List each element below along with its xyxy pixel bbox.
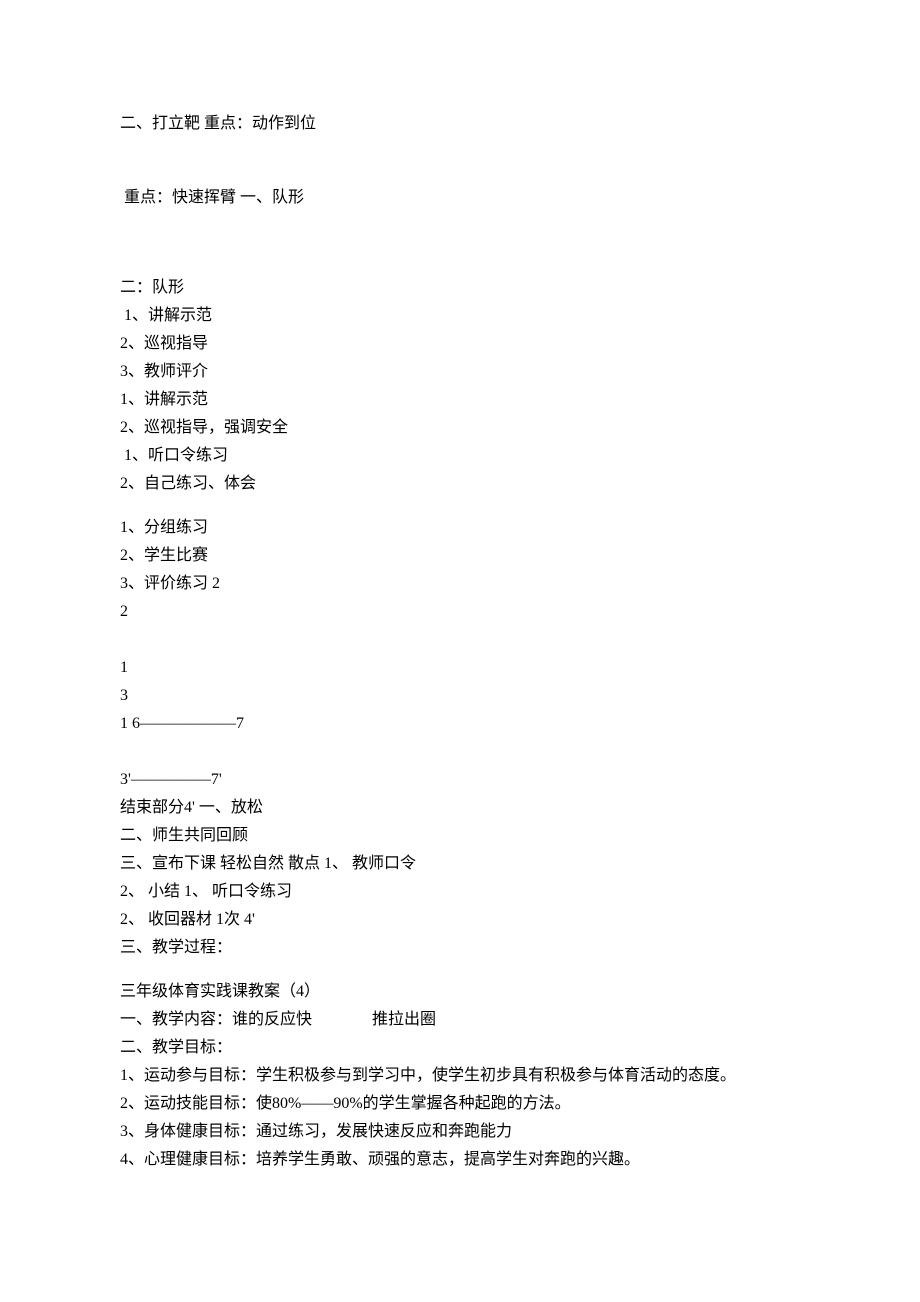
list-item: 2、 收回器材 1次 4' [120, 906, 800, 934]
list-item: 3 [120, 682, 800, 710]
list-item: 3、身体健康目标：通过练习，发展快速反应和奔跑能力 [120, 1118, 800, 1146]
list-item: 4、心理健康目标：培养学生勇敢、顽强的意志，提高学生对奔跑的兴趣。 [120, 1146, 800, 1174]
list-item: 三、教学过程： [120, 934, 800, 962]
list-item: 二、教学目标： [120, 1034, 800, 1062]
list-item: 二、师生共同回顾 [120, 822, 800, 850]
list-item: 1、讲解示范 [120, 386, 800, 414]
paragraph-text: 二、打立靶 重点：动作到位 [120, 110, 800, 138]
list-item: 3、教师评介 [120, 358, 800, 386]
list-item: 2、学生比赛 [120, 542, 800, 570]
section-heading: 二：队形 [120, 274, 800, 302]
list-item: 1、讲解示范 [120, 302, 800, 330]
list-item: 3'—————7' [120, 766, 800, 794]
list-item: 三、宣布下课 轻松自然 散点 1、 教师口令 [120, 850, 800, 878]
section-heading: 三年级体育实践课教案（4） [120, 978, 800, 1006]
list-item: 1 6——————7 [120, 710, 800, 738]
list-item: 2、 小结 1、 听口令练习 [120, 878, 800, 906]
list-item: 1、分组练习 [120, 514, 800, 542]
list-item: 2、自己练习、体会 [120, 470, 800, 498]
list-item: 1 [120, 654, 800, 682]
list-item: 3、评价练习 2 [120, 570, 800, 598]
paragraph-text: 重点：快速挥臂 一、队形 [120, 184, 800, 212]
list-item: 结束部分4' 一、放松 [120, 794, 800, 822]
list-item: 2、运动技能目标：使80%——90%的学生掌握各种起跑的方法。 [120, 1090, 800, 1118]
list-item: 一、教学内容：谁的反应快 推拉出圈 [120, 1006, 800, 1034]
list-item: 2、巡视指导 [120, 330, 800, 358]
list-item: 1、听口令练习 [120, 442, 800, 470]
list-item: 2、巡视指导，强调安全 [120, 414, 800, 442]
list-item: 2 [120, 598, 800, 626]
list-item: 1、运动参与目标：学生积极参与到学习中，使学生初步具有积极参与体育活动的态度。 [120, 1062, 800, 1090]
